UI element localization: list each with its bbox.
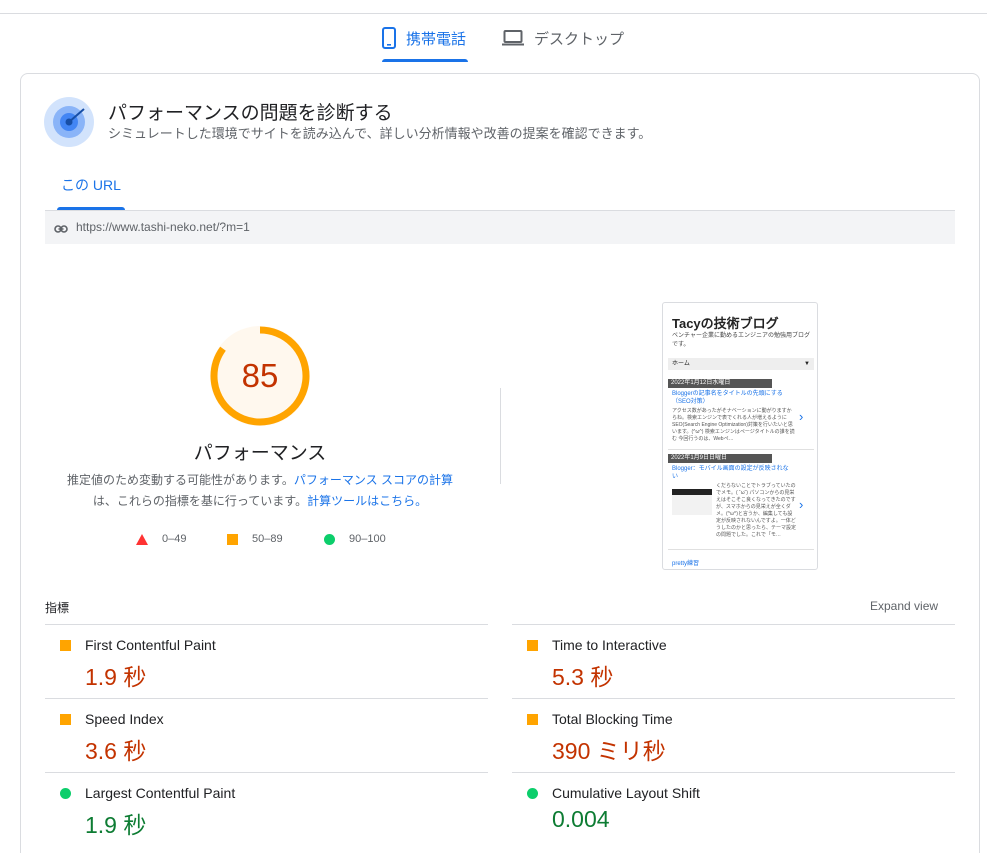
- tab-desktop[interactable]: デスクトップ: [502, 14, 632, 62]
- metric-name: Largest Contentful Paint: [85, 785, 236, 801]
- circle-green-icon: [324, 533, 335, 545]
- thumb-footer-link: pretty練習: [672, 561, 700, 567]
- legend-fail: 0–49: [136, 530, 186, 548]
- square-orange-icon: [527, 714, 538, 725]
- thumb-chevron-1-icon: ›: [799, 409, 804, 424]
- laptop-icon: [502, 30, 524, 46]
- metric-row: Largest Contentful Paint 1.9 秒: [45, 772, 488, 846]
- thumb-rule: [668, 549, 814, 550]
- thumb-menu: ホーム ▼: [668, 358, 814, 370]
- thumb-post-2-excerpt: くだらないことでトラブっていたのでメモ。( ˘ω˘) パソコンからの見栄えはそこ…: [716, 483, 797, 538]
- url-bar: https://www.tashi-neko.net/?m=1: [45, 211, 955, 244]
- circle-green-icon: [527, 788, 538, 799]
- diagnose-subtitle: シミュレートした環境でサイトを読み込んで、詳しい分析情報や改善の提案を確認できま…: [108, 126, 652, 141]
- metric-row: Time to Interactive 5.3 秒: [512, 624, 955, 698]
- metric-value: 1.9 秒: [85, 812, 147, 838]
- page-screenshot-thumbnail: Tacyの技術ブログ ベンチャー企業に勤めるエンジニアの勉強用ブログです。 ホー…: [662, 302, 818, 570]
- legend-average: 50–89: [227, 530, 283, 548]
- device-tabs: 携帯電話 デスクトップ: [0, 14, 987, 62]
- link-icon: [54, 221, 68, 239]
- thumb-post-2-image: [672, 489, 712, 515]
- square-orange-icon: [60, 714, 71, 725]
- thumb-date-1: 2022年1月12日水曜日: [668, 379, 772, 388]
- phone-icon: [382, 27, 396, 49]
- legend-average-range: 50–89: [252, 533, 283, 545]
- metric-value: 3.6 秒: [85, 738, 147, 764]
- metric-name: Speed Index: [85, 711, 164, 727]
- square-orange-icon: [527, 640, 538, 651]
- metric-name: First Contentful Paint: [85, 637, 216, 653]
- triangle-red-icon: [136, 533, 148, 545]
- thumb-post-2-title: Blogger：モバイル画面の設定が反映されない: [672, 466, 789, 480]
- thumb-menu-arrow-icon: ▼: [804, 361, 810, 367]
- performance-score-value: 85: [241, 357, 279, 394]
- thumb-post-1-title: Bloggerの記事名をタイトルの先頭にする（SEO対策）: [672, 391, 783, 405]
- legend-pass: 90–100: [324, 530, 386, 548]
- score-divider: [500, 388, 501, 484]
- thumb-blog-title: Tacyの技術ブログ: [672, 316, 779, 331]
- calculator-link[interactable]: 計算ツールはこちら。: [307, 494, 427, 508]
- metric-value: 390 ミリ秒: [552, 738, 666, 764]
- metric-value: 1.9 秒: [85, 664, 147, 690]
- metric-row: Speed Index 3.6 秒: [45, 698, 488, 772]
- thumb-post-1-excerpt: アクセス数があったがそナベーションに動がりますからね。検索エンジンで表でくれる人…: [672, 408, 795, 442]
- expand-view-button[interactable]: Expand view: [870, 599, 938, 613]
- performance-label: パフォーマンス: [193, 443, 327, 464]
- metric-value: 0.004: [552, 806, 610, 832]
- tab-mobile[interactable]: 携帯電話: [382, 14, 468, 62]
- metric-row: First Contentful Paint 1.9 秒: [45, 624, 488, 698]
- thumb-chevron-2-icon: ›: [799, 497, 804, 512]
- thumb-date-2: 2022年1月9日日曜日: [668, 454, 772, 463]
- diagnose-radar-icon: [44, 97, 94, 147]
- legend-pass-range: 90–100: [349, 533, 386, 545]
- square-orange-icon: [60, 640, 71, 651]
- thumb-menu-label: ホーム: [672, 361, 690, 367]
- metric-name: Time to Interactive: [552, 637, 667, 653]
- square-orange-icon: [227, 533, 238, 545]
- score-calculation-link[interactable]: パフォーマンス スコアの計算: [294, 473, 453, 487]
- metrics-heading: 指標: [45, 601, 70, 615]
- performance-desc-text-1: 推定値のため変動する可能性があります。: [67, 473, 294, 487]
- tab-desktop-label: デスクトップ: [534, 30, 625, 48]
- metric-row: Cumulative Layout Shift 0.004: [512, 772, 955, 846]
- performance-desc-text-2: は、これらの指標を基に行っています。: [92, 494, 308, 508]
- metric-value: 5.3 秒: [552, 664, 614, 690]
- diagnose-title: パフォーマンスの問題を診断する: [108, 103, 393, 124]
- tab-this-url[interactable]: この URL: [57, 168, 125, 210]
- thumb-rule: [668, 449, 814, 450]
- metric-row: Total Blocking Time 390 ミリ秒: [512, 698, 955, 772]
- metric-name: Cumulative Layout Shift: [552, 785, 700, 801]
- tested-url: https://www.tashi-neko.net/?m=1: [76, 220, 250, 234]
- circle-green-icon: [60, 788, 71, 799]
- legend-fail-range: 0–49: [162, 533, 187, 545]
- performance-description: 推定値のため変動する可能性があります。パフォーマンス スコアの計算 は、これらの…: [55, 470, 465, 512]
- tab-mobile-label: 携帯電話: [406, 30, 467, 48]
- metric-name: Total Blocking Time: [552, 711, 673, 727]
- thumb-blog-desc: ベンチャー企業に勤めるエンジニアの勉強用ブログです。: [672, 333, 810, 348]
